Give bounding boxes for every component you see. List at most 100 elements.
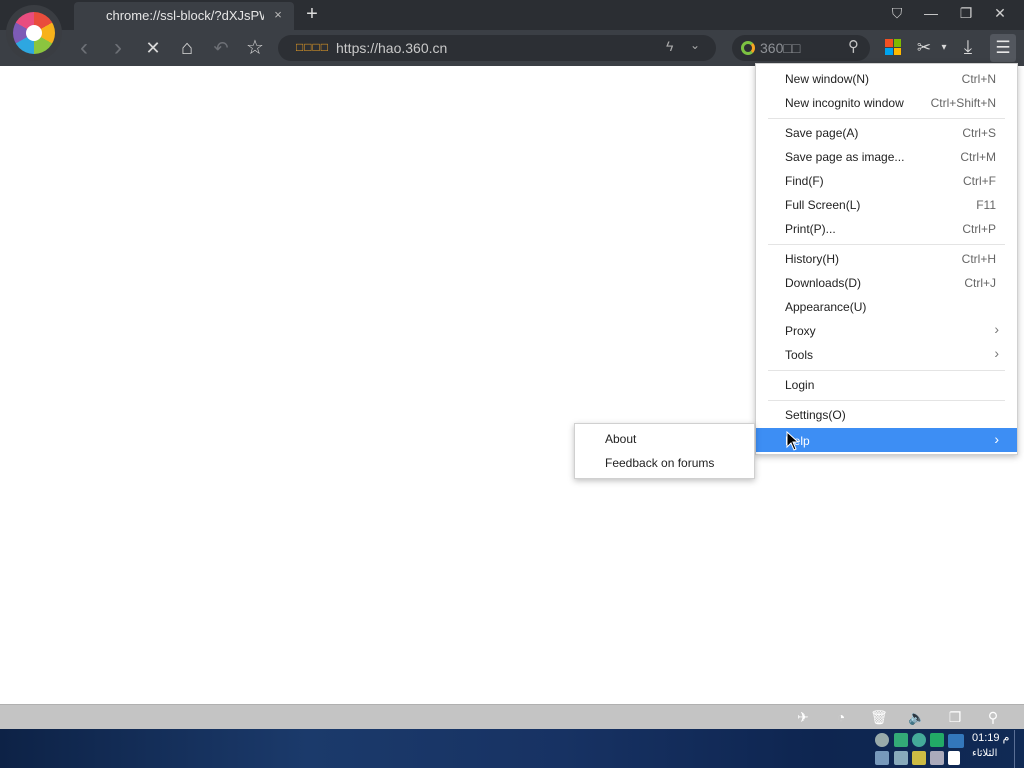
mouse-cursor-icon xyxy=(786,431,800,451)
menu-item-label: Save page(A) xyxy=(785,126,859,140)
menu-item-label: Print(P)... xyxy=(785,222,836,236)
restore-button[interactable]: ❐ xyxy=(955,5,977,25)
trash-icon[interactable]: 🗑 xyxy=(870,708,888,726)
main-menu-button[interactable]: ☰ xyxy=(990,34,1016,62)
tray-volume-icon[interactable] xyxy=(930,751,944,765)
main-menu: New window(N) Ctrl+N New incognito windo… xyxy=(755,63,1018,455)
show-desktop-button[interactable] xyxy=(1014,730,1024,768)
tray-drive-icon[interactable] xyxy=(894,751,908,765)
menu-item-label: Find(F) xyxy=(785,174,824,188)
security-status-icon[interactable]: □□□□ xyxy=(296,40,329,54)
search-engine-logo-icon xyxy=(741,41,755,55)
tray-network-icon[interactable] xyxy=(912,733,926,747)
menu-item-new-incognito-window[interactable]: New incognito window Ctrl+Shift+N xyxy=(756,90,1017,114)
search-box[interactable]: 360□□ ⚲ xyxy=(732,35,870,61)
menu-item-label: Proxy xyxy=(785,324,816,338)
menu-item-tools[interactable]: Tools › xyxy=(756,342,1017,366)
speed-mode-icon[interactable]: ϟ xyxy=(666,38,673,54)
home-icon[interactable]: ⌂ xyxy=(175,37,199,59)
address-bar[interactable]: □□□□ https://hao.360.cn ϟ ⌄ xyxy=(278,35,716,61)
chevron-right-icon: › xyxy=(994,321,999,337)
tab-close-icon[interactable]: × xyxy=(270,7,286,22)
menu-item-label: History(H) xyxy=(785,252,839,266)
menu-item-shortcut: Ctrl+H xyxy=(961,252,996,266)
menu-item-shortcut: Ctrl+N xyxy=(961,72,996,86)
volume-icon[interactable]: 🔈 xyxy=(908,708,926,726)
browser-tab[interactable]: chrome://ssl-block/?dXJsPW × xyxy=(74,2,294,30)
menu-item-downloads[interactable]: Downloads(D) Ctrl+J xyxy=(756,270,1017,294)
browser-logo-icon[interactable] xyxy=(6,5,62,61)
minimize-button[interactable]: — xyxy=(920,5,942,25)
menu-item-shortcut: F11 xyxy=(976,198,996,212)
menu-item-shortcut: Ctrl+J xyxy=(964,276,996,290)
menu-item-settings[interactable]: Settings(O) xyxy=(756,402,1017,426)
menu-item-find[interactable]: Find(F) Ctrl+F xyxy=(756,168,1017,192)
back-icon[interactable]: ‹ xyxy=(72,36,96,60)
menu-separator xyxy=(768,244,1005,245)
navigation-toolbar: ‹ › ✕ ⌂ ↶ ☆ □□□□ https://hao.360.cn ϟ ⌄ … xyxy=(0,30,1024,66)
menu-item-label: Save page as image... xyxy=(785,150,905,164)
close-window-button[interactable]: ✕ xyxy=(989,5,1011,25)
os-taskbar xyxy=(0,729,1024,768)
submenu-item-about[interactable]: About xyxy=(575,426,754,450)
tab-title: chrome://ssl-block/?dXJsPW xyxy=(106,8,264,23)
menu-item-shortcut: Ctrl+M xyxy=(960,150,996,164)
url-text[interactable]: https://hao.360.cn xyxy=(336,40,447,56)
menu-item-label: Tools xyxy=(785,348,814,362)
taskbar-clock-time[interactable]: 01:19 م xyxy=(972,731,1009,744)
menu-item-history[interactable]: History(H) Ctrl+H xyxy=(756,246,1017,270)
screenshot-dropdown-icon[interactable]: ▾ xyxy=(937,37,951,59)
new-tab-button[interactable]: + xyxy=(302,3,322,26)
taskbar-clock-date[interactable]: الثلاثاء xyxy=(972,748,997,759)
window-icon[interactable]: ❐ xyxy=(946,708,964,726)
download-icon[interactable]: ⤓ xyxy=(956,37,980,59)
tray-app-icon[interactable] xyxy=(930,733,944,747)
chevron-right-icon: › xyxy=(994,431,999,447)
submenu-item-feedback-on-forums[interactable]: Feedback on forums xyxy=(575,450,754,474)
menu-item-new-window[interactable]: New window(N) Ctrl+N xyxy=(756,66,1017,90)
menu-separator xyxy=(768,118,1005,119)
menu-item-shortcut: Ctrl+F xyxy=(963,174,996,188)
menu-item-label: About xyxy=(605,432,637,446)
bookmark-star-icon[interactable]: ☆ xyxy=(243,37,267,59)
zoom-icon[interactable]: ⚲ xyxy=(984,708,1002,726)
menu-item-login[interactable]: Login xyxy=(756,372,1017,396)
system-tray xyxy=(870,731,978,767)
apps-grid-icon[interactable] xyxy=(885,39,901,55)
menu-item-label: Feedback on forums xyxy=(605,456,715,470)
tray-flag-icon[interactable] xyxy=(948,751,960,765)
menu-item-print[interactable]: Print(P)... Ctrl+P xyxy=(756,216,1017,240)
menu-item-save-page-as-image[interactable]: Save page as image... Ctrl+M xyxy=(756,144,1017,168)
undo-close-icon[interactable]: ↶ xyxy=(209,37,233,59)
tray-security-icon[interactable] xyxy=(912,751,926,765)
menu-item-label: New window(N) xyxy=(785,72,870,86)
help-submenu: About Feedback on forums xyxy=(574,423,755,479)
menu-item-appearance[interactable]: Appearance(U) xyxy=(756,294,1017,318)
menu-item-shortcut: Ctrl+Shift+N xyxy=(930,96,996,110)
skin-icon[interactable]: ⛉ xyxy=(886,5,908,25)
forward-icon[interactable]: › xyxy=(106,36,130,60)
stop-icon[interactable]: ✕ xyxy=(141,37,165,59)
screenshot-scissors-icon[interactable]: ✂ xyxy=(912,37,936,59)
menu-item-label: Downloads(D) xyxy=(785,276,862,290)
menu-item-full-screen[interactable]: Full Screen(L) F11 xyxy=(756,192,1017,216)
browser-status-bar: ✈ ◔ 🗑 🔈 ❐ ⚲ xyxy=(0,704,1024,729)
menu-item-save-page[interactable]: Save page(A) Ctrl+S xyxy=(756,120,1017,144)
search-input[interactable]: 360□□ xyxy=(760,40,800,56)
menu-item-label: Appearance(U) xyxy=(785,300,867,314)
tray-check-icon[interactable] xyxy=(894,733,908,747)
search-icon[interactable]: ⚲ xyxy=(848,37,859,55)
menu-item-proxy[interactable]: Proxy › xyxy=(756,318,1017,342)
tray-folder-icon[interactable] xyxy=(875,751,889,765)
menu-item-shortcut: Ctrl+S xyxy=(962,126,996,140)
tray-display-icon[interactable] xyxy=(948,734,964,748)
menu-item-label: New incognito window xyxy=(785,96,904,110)
accelerate-icon[interactable]: ✈ xyxy=(794,708,812,726)
menu-item-label: Settings(O) xyxy=(785,408,846,422)
title-bar: chrome://ssl-block/?dXJsPW × + ⛉ — ❐ ✕ xyxy=(0,0,1024,30)
tray-status-icon[interactable] xyxy=(875,733,889,747)
url-dropdown-icon[interactable]: ⌄ xyxy=(690,38,700,52)
timer-icon[interactable]: ◔ xyxy=(832,708,850,726)
chevron-right-icon: › xyxy=(994,345,999,361)
menu-item-shortcut: Ctrl+P xyxy=(962,222,996,236)
